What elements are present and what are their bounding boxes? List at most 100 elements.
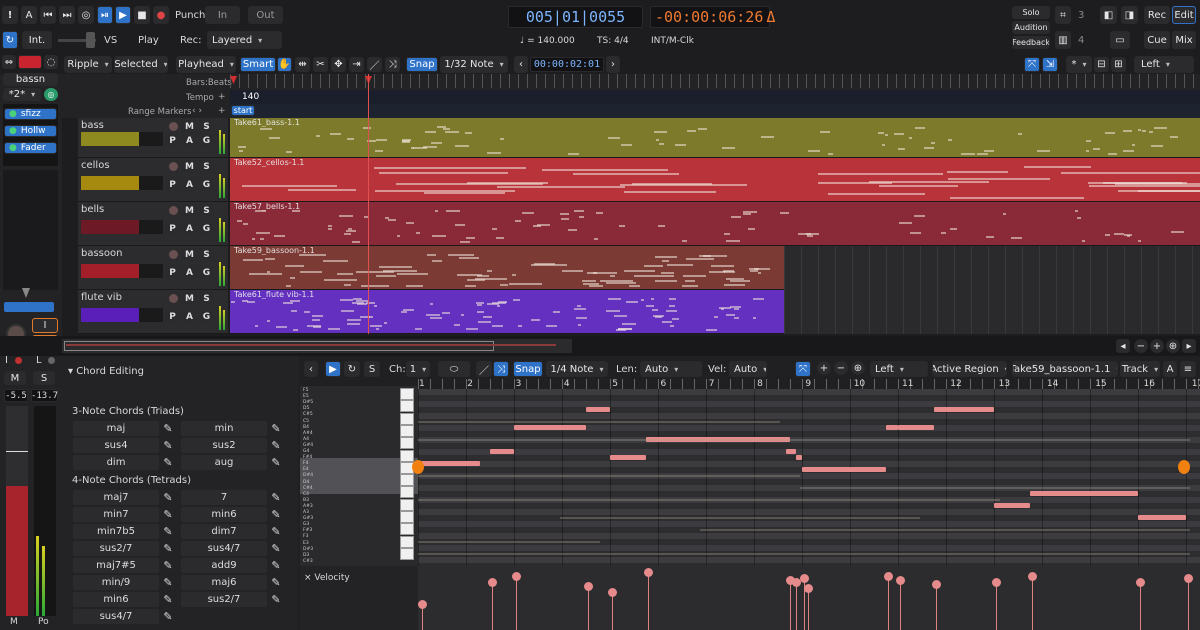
ripple-mode-dropdown[interactable]: Selected xyxy=(114,56,168,73)
velocity-label[interactable]: × Velocity xyxy=(304,573,350,583)
stretch-tool-icon[interactable]: ✥ xyxy=(331,57,346,72)
chord-edit-pencil-icon[interactable]: ✎ xyxy=(269,438,283,452)
cue-window-button[interactable]: Cue xyxy=(1144,31,1170,49)
midi-region[interactable]: Take59_bassoon-1.1 xyxy=(230,246,784,290)
velocity-handle[interactable] xyxy=(804,584,813,593)
chord-edit-pencil-icon[interactable]: ✎ xyxy=(269,507,283,521)
plugin-fader[interactable]: ● Fader xyxy=(4,142,57,154)
tempo-marker[interactable]: 140 xyxy=(242,92,259,102)
scroll-right-icon[interactable]: ▸ xyxy=(1182,339,1196,353)
snap-button[interactable]: Snap xyxy=(406,57,438,72)
velocity-handle[interactable] xyxy=(932,580,941,589)
velocity-handle[interactable] xyxy=(418,600,427,609)
chord-edit-pencil-icon[interactable]: ✎ xyxy=(161,558,175,572)
track-mute-button[interactable]: M xyxy=(182,204,197,217)
midi-note[interactable] xyxy=(886,425,898,430)
velocity-handle[interactable] xyxy=(800,574,809,583)
midi-zoom-fit-icon[interactable]: ⊕ xyxy=(851,361,865,375)
crop-icon[interactable]: ⌗ xyxy=(1055,6,1071,24)
midi-note[interactable] xyxy=(610,455,646,460)
piano-key[interactable] xyxy=(400,511,414,523)
velocity-handle[interactable] xyxy=(512,572,521,581)
track-automation-button[interactable]: A xyxy=(182,222,197,235)
track-header[interactable]: cellos M S P A G xyxy=(78,158,228,202)
chord-edit-pencil-icon[interactable]: ✎ xyxy=(269,575,283,589)
follow-playhead-icon[interactable]: ↻ xyxy=(2,31,18,49)
zoom-focus-dropdown[interactable]: Left xyxy=(1134,56,1194,73)
chord-button[interactable]: min/9 xyxy=(73,575,159,590)
chord-button[interactable]: sus2/7 xyxy=(181,592,267,607)
play-mode-label[interactable]: Play xyxy=(138,35,159,46)
punch-in-button[interactable]: In xyxy=(205,6,240,24)
track-header[interactable]: bassoon M S P A G xyxy=(78,246,228,290)
visible-tracks-dropdown[interactable]: * xyxy=(1066,56,1092,73)
track-playlist-button[interactable]: P xyxy=(165,222,180,235)
draw-tool-icon[interactable]: ／ xyxy=(367,57,382,72)
midi-loop-icon[interactable]: ↻ xyxy=(344,361,360,377)
editor-mixer-icon[interactable]: ◨ xyxy=(1121,6,1138,24)
velocity-handle[interactable] xyxy=(1136,578,1145,587)
chord-edit-pencil-icon[interactable]: ✎ xyxy=(269,592,283,606)
midi-region[interactable]: Take52_cellos-1.1 xyxy=(230,158,1200,202)
summary-viewport[interactable] xyxy=(64,341,494,351)
midi-region[interactable]: Take61_flute vib-1.1 xyxy=(230,290,784,334)
track-name[interactable]: bassoon xyxy=(81,248,122,259)
midi-internal-edit-icon[interactable]: ⤨ xyxy=(493,361,509,377)
record-enable-button[interactable] xyxy=(18,55,42,69)
bbt-clock[interactable]: 005|01|0055 xyxy=(508,6,643,28)
add-tempo-icon[interactable]: + xyxy=(218,92,226,102)
chord-edit-pencil-icon[interactable]: ✎ xyxy=(161,609,175,623)
zoom-to-region-icon[interactable]: ⇲ xyxy=(1042,57,1058,72)
track-automation-button[interactable]: A xyxy=(182,178,197,191)
chord-button[interactable]: aug xyxy=(181,455,267,470)
track-record-icon[interactable] xyxy=(169,122,178,131)
len-dropdown[interactable]: Auto xyxy=(640,361,702,377)
track-playlist-button[interactable]: P xyxy=(165,178,180,191)
region-end-handle-icon[interactable] xyxy=(1178,460,1190,474)
chord-edit-pencil-icon[interactable]: ✎ xyxy=(161,421,175,435)
track-playlist-button[interactable]: P xyxy=(165,310,180,323)
midi-note[interactable] xyxy=(796,455,802,460)
chord-edit-pencil-icon[interactable]: ✎ xyxy=(269,541,283,555)
expand-tracks-icon[interactable]: ⊞ xyxy=(1111,57,1126,72)
midi-note[interactable] xyxy=(934,407,994,412)
track-group-button[interactable]: G xyxy=(199,178,214,191)
edit-window-button[interactable]: Edit xyxy=(1172,6,1196,24)
track-record-icon[interactable] xyxy=(169,250,178,259)
chord-button[interactable]: 7 xyxy=(181,490,267,505)
track-header[interactable]: bells M S P A G xyxy=(78,202,228,246)
track-automation-button[interactable]: A xyxy=(182,134,197,147)
chord-button[interactable]: sus4/7 xyxy=(73,609,159,624)
add-range-icon[interactable]: + xyxy=(218,106,226,116)
chord-button[interactable]: min7 xyxy=(73,507,159,522)
chord-edit-pencil-icon[interactable]: ✎ xyxy=(269,558,283,572)
bars-beats-ruler[interactable] xyxy=(230,74,1200,88)
chord-edit-pencil-icon[interactable]: ✎ xyxy=(161,524,175,538)
track-gain-fader[interactable] xyxy=(81,176,139,190)
zoom-out-icon[interactable]: − xyxy=(1134,339,1148,353)
track-gain-fader[interactable] xyxy=(81,220,139,234)
midi-snap-button[interactable]: Snap xyxy=(513,361,543,377)
track-name[interactable]: bells xyxy=(81,204,104,215)
track-record-icon[interactable] xyxy=(169,162,178,171)
chord-button[interactable]: min7b5 xyxy=(73,524,159,539)
rec-mode-dropdown[interactable]: Layered xyxy=(207,31,282,49)
track-gain-fader[interactable] xyxy=(81,308,139,322)
midi-grid-dropdown[interactable]: 1/4 Note xyxy=(546,361,608,377)
midi-note[interactable] xyxy=(994,503,1030,508)
ts-info[interactable]: TS: 4/4 xyxy=(597,36,629,46)
scroll-left-icon[interactable]: ◂ xyxy=(1116,339,1130,353)
chord-edit-pencil-icon[interactable]: ✎ xyxy=(269,421,283,435)
chord-button[interactable]: maj7#5 xyxy=(73,558,159,573)
chord-button[interactable]: maj xyxy=(73,421,159,436)
track-automation-button[interactable]: A xyxy=(182,310,197,323)
chord-edit-pencil-icon[interactable]: ✎ xyxy=(161,455,175,469)
goto-end-icon[interactable]: ⏭ xyxy=(59,6,75,24)
hide-icon[interactable]: ◌ xyxy=(44,55,58,69)
chord-edit-pencil-icon[interactable]: ✎ xyxy=(161,592,175,606)
grid-type-dropdown[interactable]: 1/32 Note xyxy=(440,56,508,73)
track-playlist-button[interactable]: P xyxy=(165,134,180,147)
strip-solo-button[interactable]: S xyxy=(33,371,55,385)
record-icon[interactable]: ● xyxy=(153,6,169,24)
midi-region[interactable]: Take61_bass-1.1 xyxy=(230,118,1200,158)
